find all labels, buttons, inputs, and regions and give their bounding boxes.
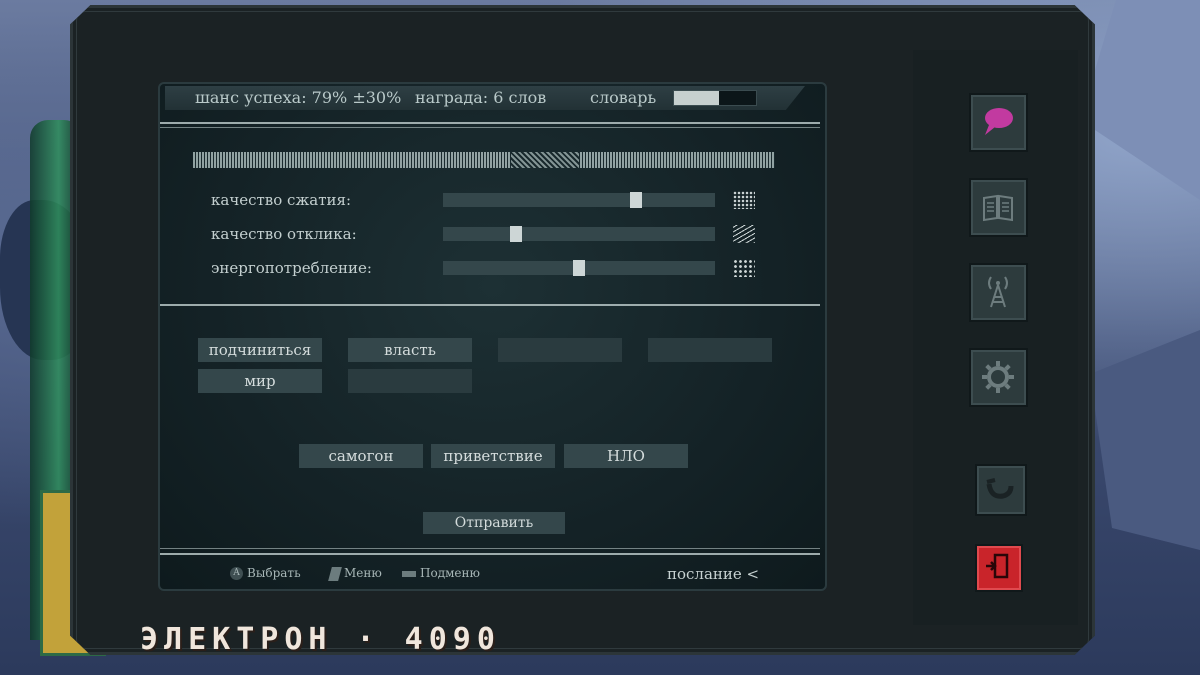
dictionary-progress-fill xyxy=(674,91,720,105)
word-slot[interactable]: власть xyxy=(348,338,472,362)
slider-label-power: энергопотребление: xyxy=(211,259,372,277)
dots-pattern-icon xyxy=(733,191,755,209)
word-option[interactable]: приветствие xyxy=(431,444,555,468)
mode-indicator: послание < xyxy=(667,565,760,583)
hint-select-label: Выбрать xyxy=(247,566,301,580)
radio-tower-icon xyxy=(988,276,1008,308)
radio-tower-button[interactable] xyxy=(969,263,1028,322)
book-button[interactable] xyxy=(969,178,1028,237)
divider xyxy=(160,548,820,549)
submenu-button-icon xyxy=(402,570,416,577)
signal-waveform-section xyxy=(511,152,579,168)
hint-select: A Выбрать xyxy=(230,566,301,580)
divider xyxy=(160,122,820,124)
brand-logo: ЭЛЕКТРОН · 4090 xyxy=(140,622,501,657)
word-slot-empty[interactable] xyxy=(648,338,772,362)
divider xyxy=(160,127,820,128)
hint-submenu: Подменю xyxy=(402,566,480,580)
divider xyxy=(160,553,820,555)
exit-button[interactable] xyxy=(975,544,1023,592)
a-button-icon: A xyxy=(230,567,243,580)
gear-icon xyxy=(982,361,1014,393)
divider xyxy=(160,304,820,306)
lines-pattern-icon xyxy=(733,225,755,243)
word-slot[interactable]: мир xyxy=(198,369,322,393)
signal-waveform xyxy=(193,152,775,168)
slider-label-response: качество отклика: xyxy=(211,225,357,243)
dictionary-progress-bar xyxy=(673,90,757,106)
word-option[interactable]: НЛО xyxy=(564,444,688,468)
menu-button-icon xyxy=(328,566,342,581)
triangles-pattern-icon xyxy=(733,259,755,277)
slider-knob[interactable] xyxy=(510,226,523,242)
dictionary-label: словарь xyxy=(590,88,657,107)
exit-door-icon xyxy=(986,553,1009,579)
slider-response[interactable] xyxy=(443,226,715,242)
speech-bubble-button[interactable] xyxy=(969,93,1028,152)
word-option[interactable]: самогон xyxy=(299,444,423,468)
status-bar: шанс успеха: 79% ±30% награда: 6 слов сл… xyxy=(165,86,805,110)
settings-button[interactable] xyxy=(969,348,1028,407)
hint-menu-label: Меню xyxy=(344,566,382,580)
success-chance: шанс успеха: 79% ±30% xyxy=(195,88,402,107)
slider-compression[interactable] xyxy=(443,192,715,208)
word-slot[interactable]: подчиниться xyxy=(198,338,322,362)
background-rock xyxy=(1090,330,1200,550)
hint-submenu-label: Подменю xyxy=(420,566,480,580)
word-slot-empty[interactable] xyxy=(498,338,622,362)
reward: награда: 6 слов xyxy=(415,88,547,107)
slider-power[interactable] xyxy=(443,260,715,276)
hook-icon xyxy=(986,478,1014,499)
send-button[interactable]: Отправить xyxy=(423,512,565,534)
hint-menu: Меню xyxy=(328,566,382,581)
word-slot-empty[interactable] xyxy=(348,369,472,393)
background-rock xyxy=(1080,0,1200,200)
hook-button[interactable] xyxy=(975,464,1027,516)
slider-knob[interactable] xyxy=(573,260,585,276)
speech-bubble-icon xyxy=(985,108,1013,135)
slider-label-compression: качество сжатия: xyxy=(211,191,352,209)
slider-knob[interactable] xyxy=(630,192,643,208)
book-icon xyxy=(983,194,1013,222)
